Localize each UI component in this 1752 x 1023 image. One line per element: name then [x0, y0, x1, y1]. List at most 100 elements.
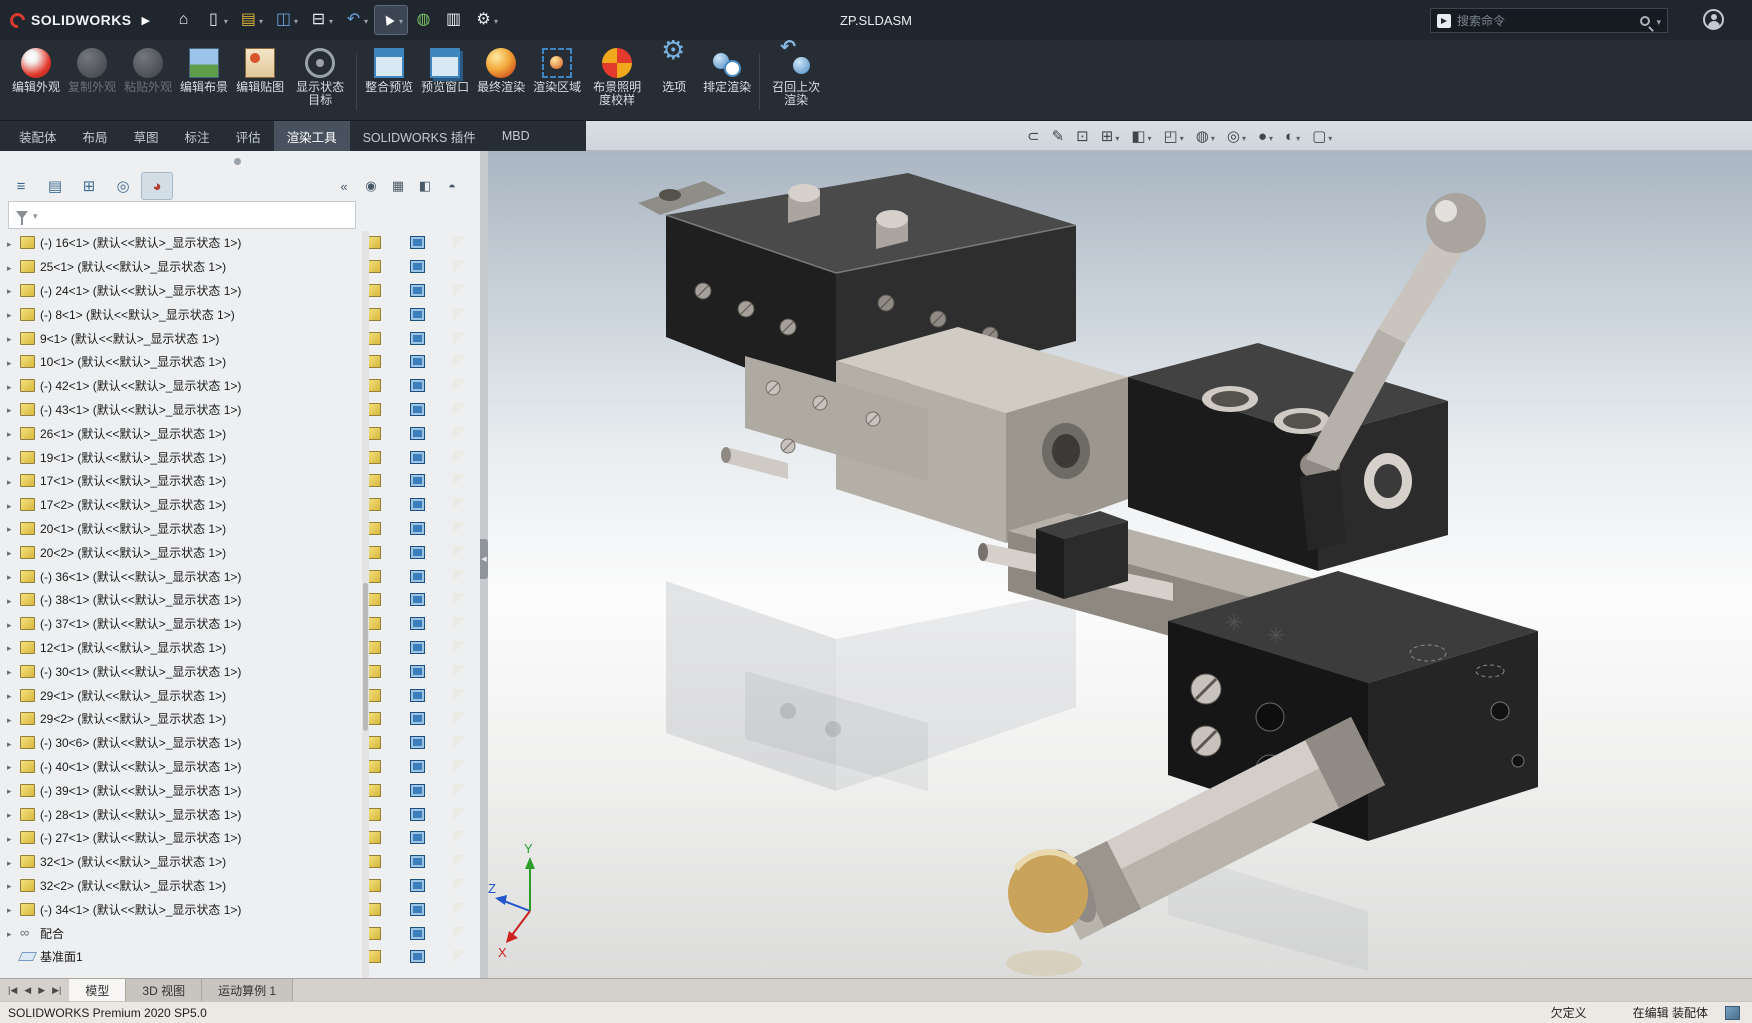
transparency-cell-icon[interactable]	[453, 260, 466, 273]
show-hide-tree-items-icon[interactable]: ◉	[359, 174, 383, 198]
tree-item[interactable]: (-) 30<1> (默认<<默认>_显示状态 1>)	[0, 659, 480, 683]
tab-model[interactable]: 模型	[69, 979, 127, 1001]
dropdown-caret-icon[interactable]	[1267, 128, 1273, 145]
tab-solidworks-addins[interactable]: SOLIDWORKS 插件	[350, 121, 489, 151]
transparency-cell-icon[interactable]	[453, 379, 466, 392]
3d-scene[interactable]: Y Z X	[488, 151, 1752, 978]
tab-3d-views[interactable]: 3D 视图	[126, 979, 203, 1001]
display-mode-cell-icon[interactable]	[409, 688, 425, 702]
display-state-target-button[interactable]: 显示状态目标	[288, 45, 352, 118]
expand-arrow-icon[interactable]	[7, 426, 20, 440]
transparency-cell-icon[interactable]	[453, 331, 466, 344]
transparency-cell-icon[interactable]	[453, 307, 466, 320]
transparency-cell-icon[interactable]	[453, 569, 466, 582]
print-icon[interactable]: ⊟	[305, 6, 337, 34]
expand-arrow-icon[interactable]	[7, 855, 20, 869]
tree-scrollbar[interactable]	[362, 231, 369, 978]
paste-appearance-button[interactable]: 粘贴外观	[120, 45, 176, 118]
tree-item[interactable]: (-) 38<1> (默认<<默认>_显示状态 1>)	[0, 588, 480, 612]
display-mode-cell-icon[interactable]	[409, 855, 425, 869]
paperclip-icon[interactable]: ⊂	[1022, 124, 1045, 148]
home-icon[interactable]: ⌂	[170, 6, 197, 34]
tree-item[interactable]: (-) 27<1> (默认<<默认>_显示状态 1>)	[0, 826, 480, 850]
display-mode-cell-icon[interactable]	[409, 545, 425, 559]
display-mode-cell-icon[interactable]	[409, 783, 425, 797]
edit-appearance-icon[interactable]: ●	[1253, 124, 1278, 148]
expand-arrow-icon[interactable]	[7, 260, 20, 274]
display-mode-cell-icon[interactable]	[409, 950, 425, 964]
expand-arrow-icon[interactable]	[7, 355, 20, 369]
search-caret-icon[interactable]	[1656, 12, 1661, 30]
view-settings-icon[interactable]: ▢	[1307, 124, 1337, 148]
tree-item[interactable]: (-) 42<1> (默认<<默认>_显示状态 1>)	[0, 374, 480, 398]
dropdown-caret-icon[interactable]	[1113, 128, 1119, 145]
tree-item[interactable]: 17<2> (默认<<默认>_显示状态 1>)	[0, 493, 480, 517]
dropdown-caret-icon[interactable]	[493, 11, 498, 29]
transparency-cell-icon[interactable]	[453, 617, 466, 630]
display-mode-cell-icon[interactable]	[409, 498, 425, 512]
expand-arrow-icon[interactable]	[7, 926, 20, 940]
command-search-box[interactable]	[1430, 8, 1668, 33]
tree-item[interactable]: 基准面1	[0, 945, 480, 969]
menu-flyout-arrow-icon[interactable]: ▶	[141, 14, 149, 27]
tree-item[interactable]: 29<1> (默认<<默认>_显示状态 1>)	[0, 683, 480, 707]
display-mode-cell-icon[interactable]	[409, 474, 425, 488]
new-document-icon[interactable]: ▯	[200, 6, 232, 34]
tree-item[interactable]: 19<1> (默认<<默认>_显示状态 1>)	[0, 445, 480, 469]
display-mode-cell-icon[interactable]	[409, 260, 425, 274]
transparency-cell-icon[interactable]	[453, 926, 466, 939]
transparency-cell-icon[interactable]	[453, 521, 466, 534]
3d-model-assembly[interactable]	[638, 173, 1538, 940]
transparency-cell-icon[interactable]	[453, 474, 466, 487]
tree-item[interactable]: 25<1> (默认<<默认>_显示状态 1>)	[0, 255, 480, 279]
expand-arrow-icon[interactable]	[7, 498, 20, 512]
expand-arrow-icon[interactable]	[7, 617, 20, 631]
expand-arrow-icon[interactable]	[7, 307, 20, 321]
transparency-cell-icon[interactable]	[453, 450, 466, 463]
display-mode-cell-icon[interactable]	[409, 355, 425, 369]
configurationmanager-tab[interactable]: ⊞	[74, 173, 104, 199]
dropdown-caret-icon[interactable]	[258, 11, 263, 29]
expand-arrow-icon[interactable]	[7, 807, 20, 821]
tab-markup[interactable]: 标注	[172, 121, 223, 151]
display-mode-cell-icon[interactable]	[409, 664, 425, 678]
display-mode-cell-icon[interactable]	[409, 402, 425, 416]
dropdown-caret-icon[interactable]	[223, 11, 228, 29]
tab-render-tools[interactable]: 渲染工具	[273, 121, 350, 151]
display-mode-cell-icon[interactable]	[409, 617, 425, 631]
display-mode-cell-icon[interactable]	[409, 878, 425, 892]
dropdown-caret-icon[interactable]	[1294, 128, 1300, 145]
transparency-cell-icon[interactable]	[453, 712, 466, 725]
tab-layout[interactable]: 布局	[70, 121, 121, 151]
tree-item[interactable]: 12<1> (默认<<默认>_显示状态 1>)	[0, 636, 480, 660]
display-mode-cell-icon[interactable]	[409, 331, 425, 345]
transparency-cell-icon[interactable]	[453, 664, 466, 677]
section-scope-icon[interactable]: ◧	[413, 174, 437, 198]
tree-scrollbar-thumb[interactable]	[363, 583, 368, 731]
tree-item[interactable]: (-) 37<1> (默认<<默认>_显示状态 1>)	[0, 612, 480, 636]
filter-caret-icon[interactable]	[33, 206, 38, 224]
display-mode-cell-icon[interactable]	[409, 236, 425, 250]
tree-item[interactable]: 26<1> (默认<<默认>_显示状态 1>)	[0, 421, 480, 445]
display-mode-cell-icon[interactable]	[409, 759, 425, 773]
preview-window-button[interactable]: 预览窗口	[417, 45, 473, 118]
expand-arrow-icon[interactable]	[7, 545, 20, 559]
tree-item[interactable]: (-) 43<1> (默认<<默认>_显示状态 1>)	[0, 398, 480, 422]
transparency-cell-icon[interactable]	[453, 831, 466, 844]
expand-arrow-icon[interactable]	[7, 283, 20, 297]
scene-illumination-proof-button[interactable]: 布景照明度校样	[585, 45, 649, 118]
expand-arrow-icon[interactable]	[7, 712, 20, 726]
transparency-cell-icon[interactable]	[453, 402, 466, 415]
dropdown-caret-icon[interactable]	[363, 11, 368, 29]
expand-arrow-icon[interactable]	[7, 759, 20, 773]
expand-arrow-icon[interactable]	[7, 521, 20, 535]
tree-item[interactable]: (-) 28<1> (默认<<默认>_显示状态 1>)	[0, 802, 480, 826]
tree-item[interactable]: 配合	[0, 921, 480, 945]
dimxpertmanager-tab[interactable]: ◎	[108, 173, 138, 199]
propertymanager-tab[interactable]: ▤	[40, 173, 70, 199]
tree-item[interactable]: 20<2> (默认<<默认>_显示状态 1>)	[0, 540, 480, 564]
select-cursor-icon[interactable]: ▲	[373, 5, 409, 35]
panel-splitter-dot-icon[interactable]	[234, 158, 241, 165]
dropdown-caret-icon[interactable]	[1178, 128, 1184, 145]
nav-arrow-button[interactable]: ▶	[35, 985, 48, 996]
